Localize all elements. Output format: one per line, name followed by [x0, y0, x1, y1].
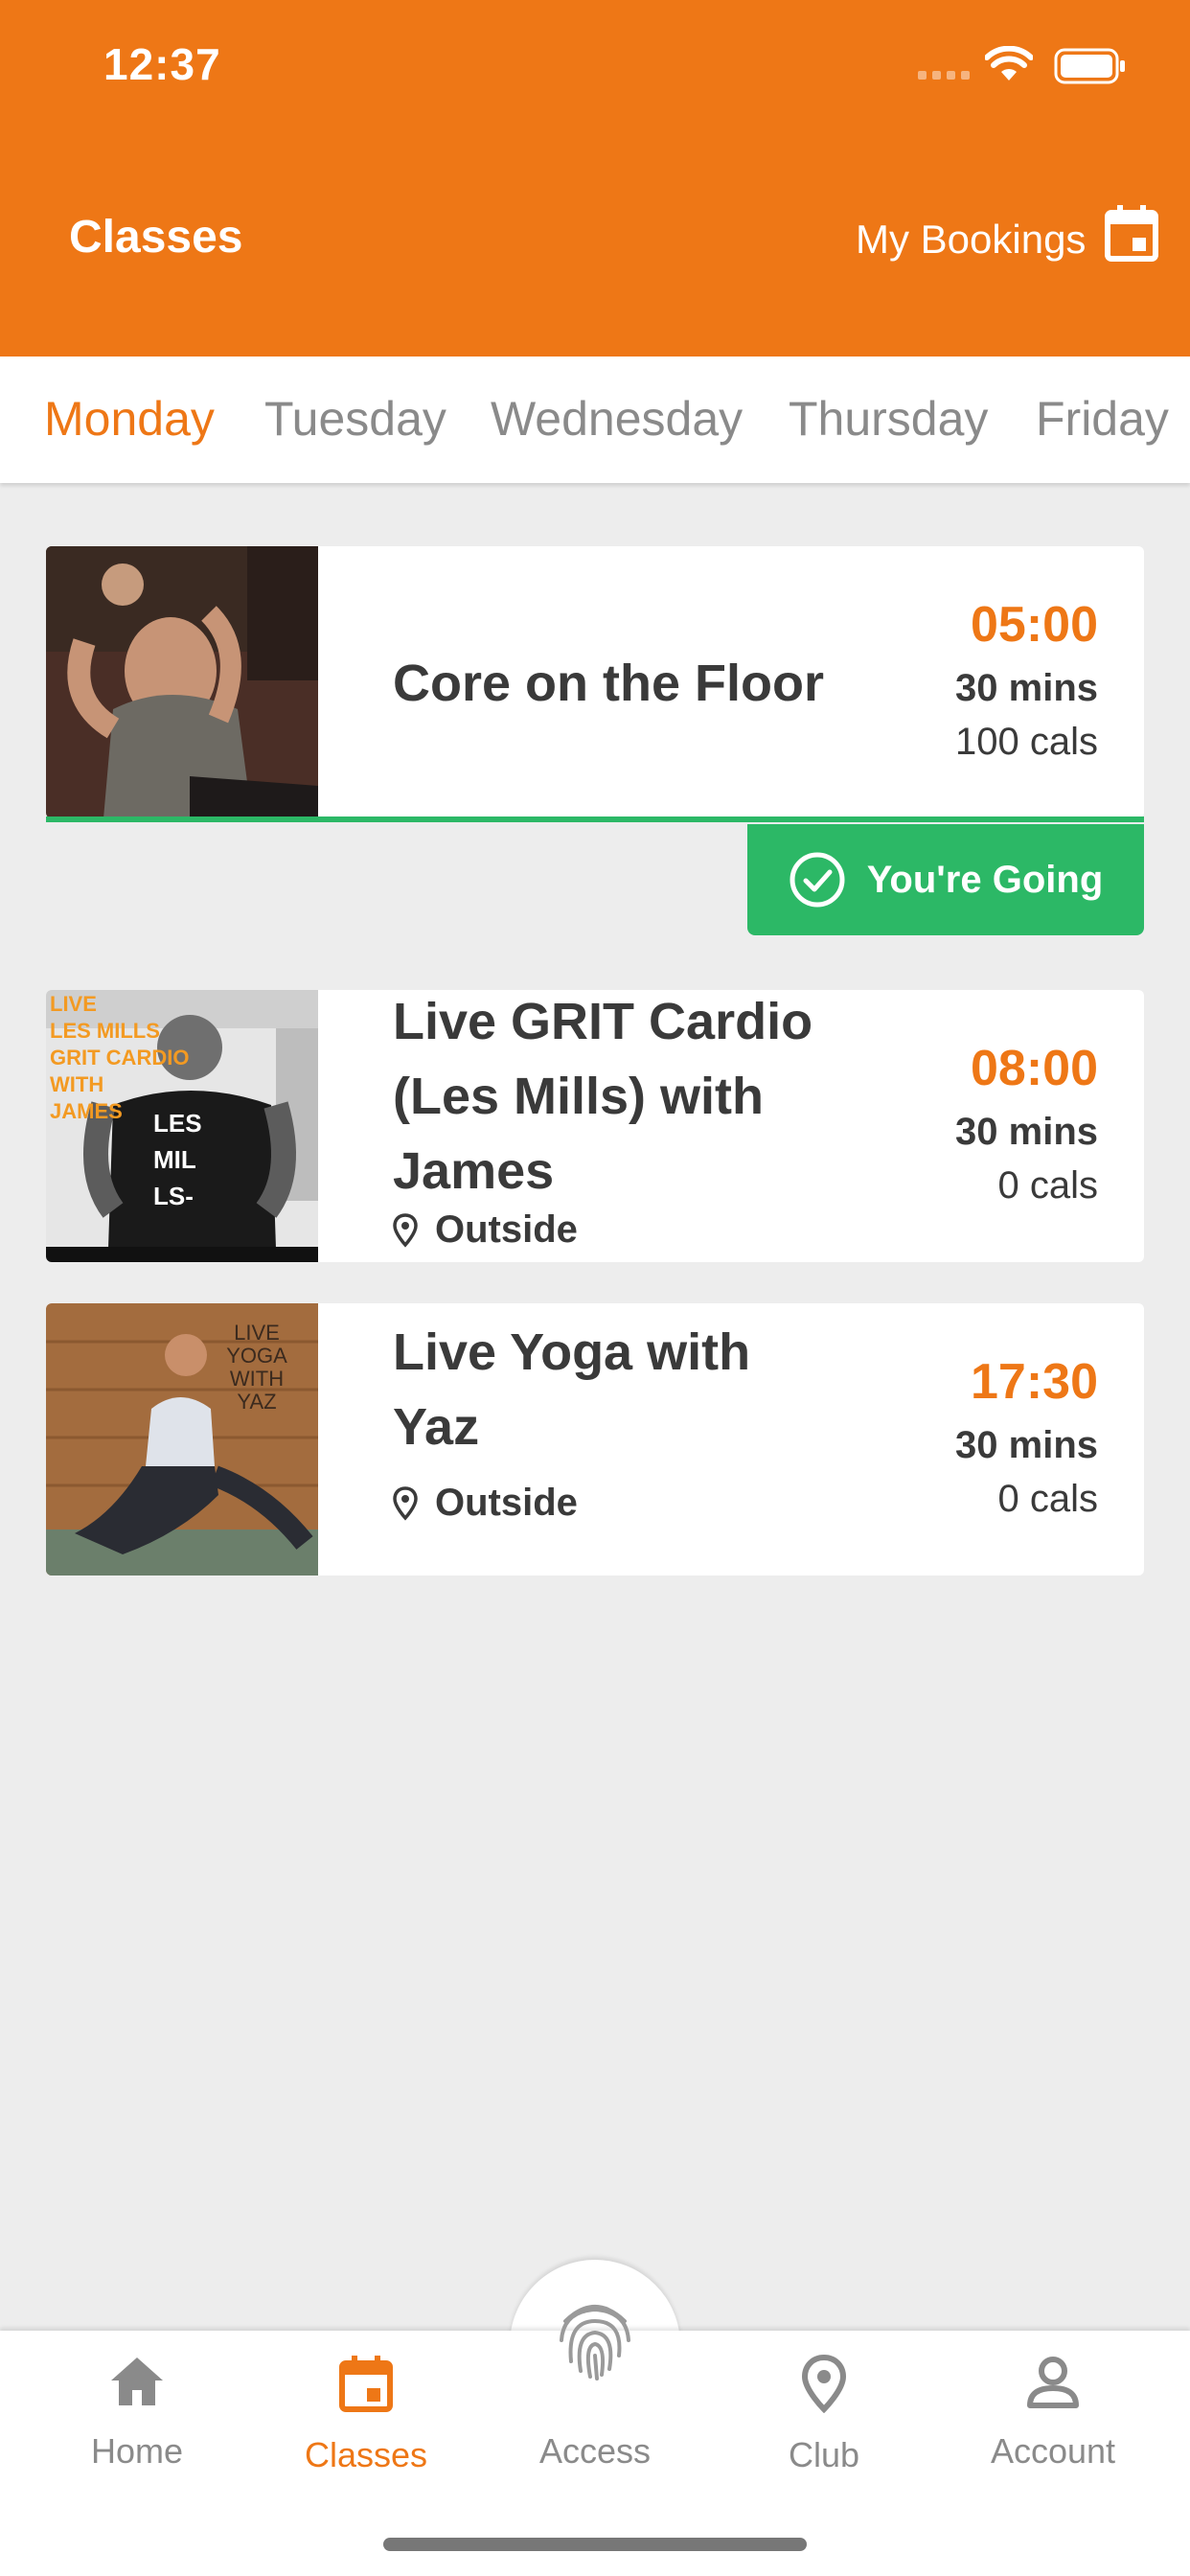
youre-going-badge[interactable]: You're Going	[747, 824, 1144, 935]
thumb-text: WITH	[230, 1367, 284, 1391]
class-thumbnail	[46, 546, 318, 818]
class-time: 08:00	[971, 1041, 1098, 1096]
day-tabs: Monday Tuesday Wednesday Thursday Friday	[0, 356, 1190, 483]
class-calories: 100 cals	[955, 721, 1098, 763]
class-duration: 30 mins	[955, 1111, 1098, 1153]
battery-icon	[1054, 48, 1125, 84]
home-icon	[111, 2358, 163, 2405]
class-location: Outside	[393, 1208, 578, 1252]
nav-home-label: Home	[90, 2431, 184, 2471]
class-time: 05:00	[971, 597, 1098, 653]
shirt-text-3: LS-	[153, 1182, 194, 1210]
class-card-live-yoga[interactable]: LIVE YOGA WITH YAZ Live Yoga with Yaz Ou…	[46, 1303, 1144, 1576]
nav-access[interactable]: Access	[480, 2292, 710, 2472]
nav-account-label: Account	[990, 2431, 1116, 2471]
class-title: Live GRIT Cardio (Les Mills) with James	[393, 993, 813, 1200]
class-thumbnail: LIVE YOGA WITH YAZ	[46, 1303, 318, 1576]
thumb-text: YOGA	[226, 1344, 287, 1368]
class-location: Outside	[393, 1482, 578, 1525]
shirt-text-2: MIL	[153, 1145, 196, 1174]
fingerprint-icon	[560, 2305, 630, 2380]
nav-access-label: Access	[538, 2431, 652, 2471]
shirt-text-1: LES	[153, 1109, 202, 1138]
thumb-text: WITH	[50, 1072, 103, 1096]
nav-club[interactable]: Club	[709, 2354, 939, 2475]
home-indicator	[383, 2538, 807, 2551]
nav-classes-label: Classes	[304, 2435, 428, 2474]
thumb-text: LES MILLS	[50, 1019, 160, 1043]
class-time: 17:30	[971, 1354, 1098, 1410]
location-pin-icon	[393, 1212, 418, 1248]
status-bar-time: 12:37	[103, 39, 221, 89]
cellular-signal-icon	[918, 71, 972, 80]
location-pin-icon	[393, 1485, 418, 1521]
location-label: Outside	[435, 1208, 578, 1251]
class-title: Live Yoga with Yaz	[393, 1323, 751, 1456]
thumb-text: JAMES	[50, 1099, 123, 1123]
going-indicator-bar	[46, 816, 1144, 822]
thumb-text: LIVE	[234, 1321, 280, 1345]
calendar-icon[interactable]	[1104, 203, 1159, 263]
user-icon	[1027, 2357, 1079, 2408]
nav-classes[interactable]: Classes	[251, 2354, 481, 2475]
thumb-text: YAZ	[237, 1390, 276, 1414]
class-duration: 30 mins	[955, 1424, 1098, 1466]
nav-club-label: Club	[788, 2435, 860, 2474]
tab-monday[interactable]: Monday	[44, 391, 215, 447]
class-calories: 0 cals	[997, 1164, 1099, 1207]
thumb-text: GRIT CARDIO	[50, 1046, 189, 1070]
calendar-icon	[339, 2356, 393, 2412]
nav-home[interactable]: Home	[22, 2354, 252, 2472]
nav-account[interactable]: Account	[938, 2354, 1168, 2472]
class-calories: 0 cals	[997, 1478, 1099, 1520]
tab-wednesday[interactable]: Wednesday	[491, 391, 743, 447]
class-thumbnail: LES MIL LS- LIVE LES MILLS GRIT CARDIO W…	[46, 990, 318, 1262]
thumb-text: LIVE	[50, 992, 97, 1016]
wifi-icon	[985, 46, 1033, 80]
page-title: Classes	[69, 212, 243, 263]
youre-going-label: You're Going	[866, 858, 1104, 901]
tab-thursday[interactable]: Thursday	[789, 391, 988, 447]
tab-tuesday[interactable]: Tuesday	[264, 391, 446, 447]
tab-friday[interactable]: Friday	[1036, 391, 1169, 447]
class-card-live-grit-cardio[interactable]: LES MIL LS- LIVE LES MILLS GRIT CARDIO W…	[46, 990, 1144, 1262]
location-label: Outside	[435, 1482, 578, 1524]
location-pin-icon	[801, 2354, 847, 2414]
class-card-core-on-the-floor[interactable]: Core on the Floor 05:00 30 mins 100 cals	[46, 546, 1144, 818]
check-circle-icon	[790, 852, 845, 908]
my-bookings-button[interactable]: My Bookings	[856, 217, 1086, 263]
class-title: Core on the Floor	[393, 655, 824, 712]
class-duration: 30 mins	[955, 667, 1098, 709]
